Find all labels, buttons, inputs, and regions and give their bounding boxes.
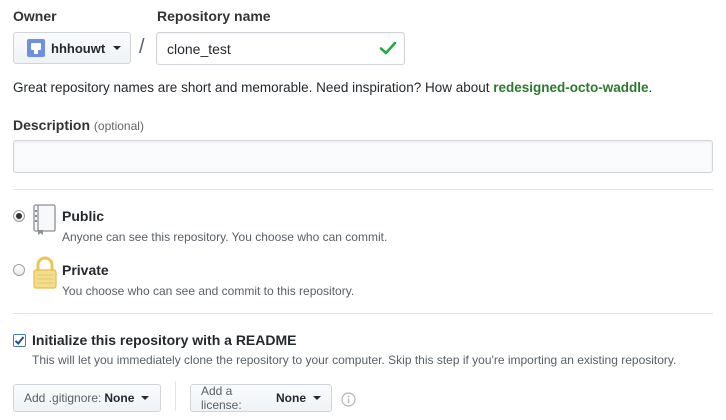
readme-note: This will let you immediately clone the … [32, 353, 677, 367]
repo-name-hint: Great repository names are short and mem… [13, 80, 652, 95]
checkbox-check-icon [14, 336, 25, 345]
repo-name-input[interactable] [156, 32, 405, 65]
caret-down-icon [313, 396, 321, 400]
divider-top [13, 189, 713, 190]
hint-end: . [648, 80, 653, 95]
caret-down-icon [141, 396, 150, 400]
repo-book-icon [33, 204, 56, 235]
license-prefix: Add a license: [201, 384, 242, 412]
avatar [27, 39, 45, 57]
private-radio[interactable] [13, 264, 25, 276]
gitignore-dropdown[interactable]: Add .gitignore: None [13, 384, 161, 412]
optional-tag: (optional) [93, 119, 144, 133]
hint-text: Great repository names are short and mem… [13, 80, 494, 95]
gitignore-value: None [104, 391, 135, 405]
repo-name-label: Repository name [157, 8, 271, 24]
private-title: Private [62, 262, 109, 278]
name-suggestion-link[interactable]: redesigned-octo-waddle [493, 80, 648, 95]
owner-label: Owner [13, 8, 57, 24]
owner-repo-separator: / [139, 36, 145, 58]
license-dropdown[interactable]: Add a license: None [190, 384, 332, 412]
owner-dropdown[interactable]: hhhouwt [13, 32, 131, 64]
gitignore-prefix: Add .gitignore: [24, 391, 102, 405]
public-radio[interactable] [13, 210, 25, 222]
public-title: Public [62, 208, 105, 224]
caret-down-icon [113, 46, 122, 50]
selector-separator [175, 381, 176, 411]
description-label: Description (optional) [13, 117, 144, 133]
divider-middle [13, 313, 713, 314]
description-input[interactable] [13, 140, 713, 173]
info-icon[interactable] [341, 392, 356, 407]
license-value: None [276, 391, 306, 405]
public-note: Anyone can see this repository. You choo… [62, 230, 388, 244]
owner-value: hhhouwt [51, 40, 106, 56]
readme-label[interactable]: Initialize this repository with a README [32, 332, 296, 348]
description-label-text: Description [13, 117, 91, 133]
check-icon [379, 41, 397, 55]
private-note: You choose who can see and commit to thi… [62, 284, 355, 298]
lock-icon [33, 256, 57, 289]
readme-checkbox[interactable] [13, 334, 26, 347]
